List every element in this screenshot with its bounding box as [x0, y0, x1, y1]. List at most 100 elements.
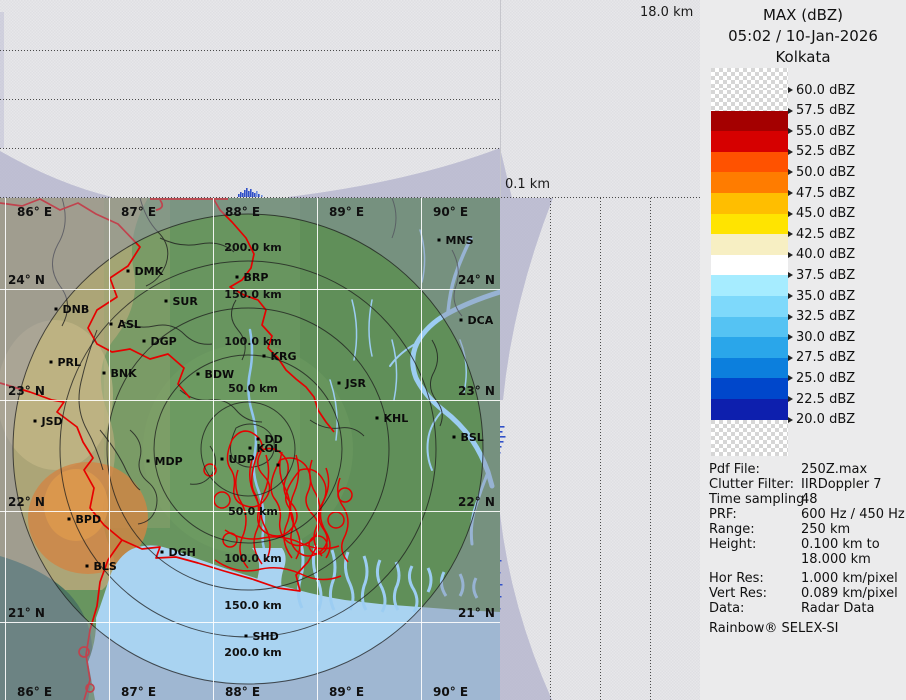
scale-entry: 25.0 dBZ	[788, 371, 855, 385]
city-label: BDW	[205, 368, 235, 381]
city-marker	[68, 518, 71, 521]
metadata-value: 18.000 km	[801, 552, 871, 567]
product-title: MAX (dBZ)	[700, 6, 906, 24]
scale-tick-arrow-icon	[788, 417, 793, 423]
city-marker	[165, 300, 168, 303]
metadata-row: Vert Res:0.089 km/pixel	[709, 586, 905, 601]
city-label: JSR	[345, 377, 367, 390]
city-marker	[221, 458, 224, 461]
scale-tick-arrow-icon	[788, 334, 793, 340]
city-label: BNK	[111, 367, 138, 380]
colorbar-block	[711, 152, 788, 173]
city-label: DGP	[151, 335, 177, 348]
metadata-value: 48	[801, 492, 818, 507]
legend-panel: MAX (dBZ) 05:02 / 10-Jan-2026 Kolkata 60…	[700, 0, 906, 700]
colorbar-block	[711, 214, 788, 235]
radar-map: MNSDMKBRPSURDNBDCAASLDGPKRGPRLBNKBDWJSRK…	[0, 198, 500, 700]
colorbar-block	[711, 131, 788, 152]
city-marker	[460, 319, 463, 322]
city-label: BLS	[94, 560, 117, 573]
colorbar-block-above-max	[711, 68, 788, 90]
colorbar-block	[711, 275, 788, 296]
city-marker	[249, 447, 252, 450]
scale-tick-arrow-icon	[788, 293, 793, 299]
metadata-value: IIRDoppler 7	[801, 477, 882, 492]
latitude-label: 21° N	[458, 606, 495, 620]
city-label: ASL	[118, 318, 141, 331]
scale-value: 50.0 dBZ	[796, 165, 855, 180]
scale-value: 55.0 dBZ	[796, 124, 855, 139]
latitude-label: 22° N	[458, 495, 495, 509]
longitude-label: 88° E	[225, 205, 260, 219]
scale-value: 35.0 dBZ	[796, 289, 855, 304]
city-marker	[103, 372, 106, 375]
top-panel-echo-profile	[238, 188, 263, 197]
scale-entry: 50.0 dBZ	[788, 165, 855, 179]
scale-tick-arrow-icon	[788, 87, 793, 93]
scale-value: 60.0 dBZ	[796, 83, 855, 98]
metadata-row: Height:0.100 km to	[709, 537, 905, 552]
city-marker	[236, 276, 239, 279]
city-marker	[143, 340, 146, 343]
scale-value: 47.5 dBZ	[796, 186, 855, 201]
ring-label: 100.0 km	[224, 552, 281, 565]
city-label: DCA	[468, 314, 494, 327]
height-axis-max-label: 18.0 km	[640, 5, 693, 20]
city-marker	[50, 361, 53, 364]
ring-label: 150.0 km	[224, 599, 281, 612]
ring-label: 200.0 km	[224, 241, 281, 254]
metadata-row: 18.000 km	[709, 552, 905, 567]
scale-value: 45.0 dBZ	[796, 206, 855, 221]
metadata-row: PRF:600 Hz / 450 Hz	[709, 507, 905, 522]
city-label: JSD	[41, 415, 63, 428]
scale-tick-arrow-icon	[788, 231, 793, 237]
colorbar-block	[711, 296, 788, 317]
metadata-row: Clutter Filter:IIRDoppler 7	[709, 477, 905, 492]
scale-entry: 60.0 dBZ	[788, 83, 855, 97]
colorbar-block	[711, 378, 788, 399]
city-label: KHL	[384, 412, 409, 425]
metadata-label: Hor Res:	[709, 571, 801, 586]
city-label: BRP	[244, 271, 269, 284]
scale-entry: 47.5 dBZ	[788, 186, 855, 200]
city-marker	[55, 308, 58, 311]
height-axis-min-label: 0.1 km	[505, 177, 550, 192]
ring-label: 100.0 km	[224, 335, 281, 348]
scale-entry: 45.0 dBZ	[788, 207, 855, 221]
city-label: KRG	[271, 350, 297, 363]
radar-application-window: 18.0 km 0.1 km	[0, 0, 906, 700]
metadata-label: Pdf File:	[709, 462, 801, 477]
scale-value: 25.0 dBZ	[796, 371, 855, 386]
city-marker	[277, 464, 280, 467]
software-brand: Rainbow® SELEX-SI	[709, 621, 839, 636]
metadata-label: Time sampling:	[709, 492, 801, 507]
latitude-label: 23° N	[458, 384, 495, 398]
metadata-label: Height:	[709, 537, 801, 552]
metadata-row: Time sampling:48	[709, 492, 905, 507]
scale-entry: 22.5 dBZ	[788, 392, 855, 406]
metadata-value: Radar Data	[801, 601, 874, 616]
metadata-row: Range:250 km	[709, 522, 905, 537]
scale-entry: 32.5 dBZ	[788, 310, 855, 324]
longitude-label: 89° E	[329, 205, 364, 219]
longitude-label: 87° E	[121, 685, 156, 699]
scale-value: 37.5 dBZ	[796, 268, 855, 283]
longitude-label: 90° E	[433, 205, 468, 219]
scale-entry: 40.0 dBZ	[788, 248, 855, 262]
scale-tick-arrow-icon	[788, 355, 793, 361]
scale-value: 40.0 dBZ	[796, 247, 855, 262]
city-label: MNS	[446, 234, 474, 247]
city-marker	[263, 355, 266, 358]
product-metadata: Pdf File:250Z.maxClutter Filter:IIRDoppl…	[709, 462, 905, 616]
scale-entry: 20.0 dBZ	[788, 413, 855, 427]
longitude-label: 87° E	[121, 205, 156, 219]
colorbar-block	[711, 337, 788, 358]
metadata-value: 250Z.max	[801, 462, 867, 477]
metadata-label: PRF:	[709, 507, 801, 522]
scale-entry: 42.5 dBZ	[788, 227, 855, 241]
city-marker	[127, 270, 130, 273]
city-marker	[376, 417, 379, 420]
latitude-label: 22° N	[8, 495, 45, 509]
scale-entry: 27.5 dBZ	[788, 351, 855, 365]
longitude-label: 89° E	[329, 685, 364, 699]
